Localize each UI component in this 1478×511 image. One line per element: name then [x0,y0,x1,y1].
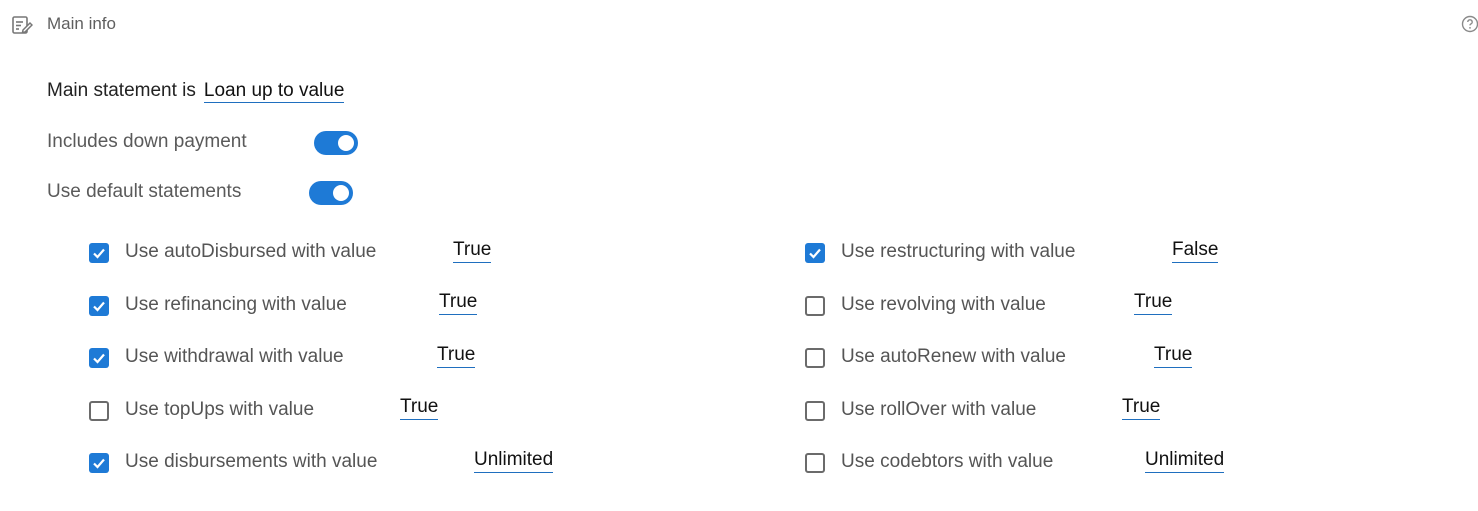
checkbox-topups[interactable] [89,401,109,421]
option-label: Use disbursements with value [125,451,378,472]
toggle-knob [338,135,354,151]
main-statement: Main statement is Loan up to value [47,80,345,103]
option-value-link[interactable]: True [437,344,476,368]
option-value-link[interactable]: True [439,291,478,315]
option-label: Use rollOver with value [841,399,1037,420]
option-label: Use refinancing with value [125,294,347,315]
option-value-link[interactable]: Unlimited [474,449,554,473]
toggle-knob [333,185,349,201]
use-default-statements-toggle[interactable] [309,181,353,205]
option-label: Use autoRenew with value [841,346,1066,367]
option-value-link[interactable]: Unlimited [1145,449,1225,473]
checkbox-withdrawal[interactable] [89,348,109,368]
section-header: Main info [0,0,1478,50]
section-title: Main info [47,14,116,33]
toggle-label: Use default statements [47,181,242,202]
option-label: Use autoDisbursed with value [125,241,377,262]
checkbox-refinancing[interactable] [89,296,109,316]
option-label: Use restructuring with value [841,241,1076,262]
option-value-link[interactable]: True [453,239,492,263]
checkbox-restructuring[interactable] [805,243,825,263]
checkbox-disbursements[interactable] [89,453,109,473]
option-label: Use withdrawal with value [125,346,344,367]
includes-down-payment-toggle[interactable] [314,131,358,155]
checkbox-autorenew[interactable] [805,348,825,368]
toggle-row-default-statements: Use default statements [47,181,241,203]
checkbox-rollover[interactable] [805,401,825,421]
toggle-label: Includes down payment [47,131,247,152]
option-label: Use topUps with value [125,399,315,420]
option-label: Use revolving with value [841,294,1046,315]
option-label: Use codebtors with value [841,451,1054,472]
checkbox-revolving[interactable] [805,296,825,316]
main-statement-label: Main statement is [47,80,196,101]
help-circle-icon[interactable] [1461,15,1478,33]
option-value-link[interactable]: True [1134,291,1173,315]
option-value-link[interactable]: True [1122,396,1161,420]
checkbox-codebtors[interactable] [805,453,825,473]
toggle-row-down-payment: Includes down payment [47,131,247,153]
option-value-link[interactable]: True [400,396,439,420]
option-value-link[interactable]: True [1154,344,1193,368]
option-value-link[interactable]: False [1172,239,1219,263]
edit-note-icon [11,14,34,36]
checkbox-autodisbursed[interactable] [89,243,109,263]
main-statement-value-link[interactable]: Loan up to value [203,80,345,103]
